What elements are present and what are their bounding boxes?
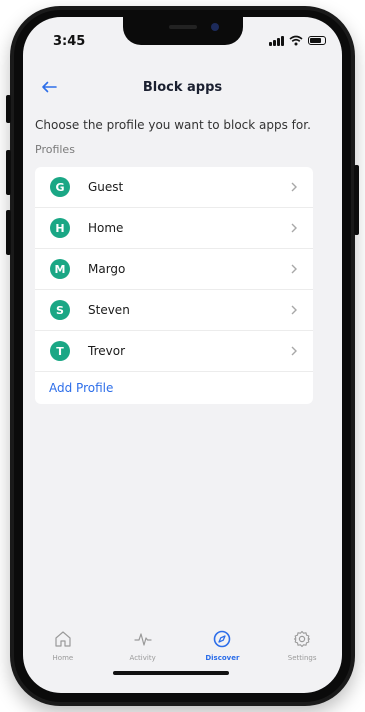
compass-icon [214, 630, 231, 648]
intro-text: Choose the profile you want to block app… [35, 118, 311, 132]
tab-label: Activity [129, 654, 156, 662]
tab-home[interactable]: Home [28, 622, 98, 682]
tab-label: Discover [205, 654, 240, 662]
page-title: Block apps [142, 79, 223, 95]
avatar: M [50, 259, 70, 279]
battery-icon [308, 36, 326, 45]
profile-row-home[interactable]: H Home [35, 208, 313, 249]
tab-label: Settings [287, 654, 317, 662]
chevron-right-icon [291, 223, 297, 233]
avatar: G [50, 177, 70, 197]
section-label-profiles: Profiles [35, 143, 75, 156]
profile-row-guest[interactable]: G Guest [35, 167, 313, 208]
avatar: S [50, 300, 70, 320]
chevron-right-icon [291, 264, 297, 274]
profile-name: Steven [88, 303, 130, 317]
mute-switch [6, 95, 11, 123]
add-profile-button[interactable]: Add Profile [35, 372, 313, 404]
screen: 3:45 Block apps Choose the profile you w… [23, 17, 342, 693]
status-time: 3:45 [53, 34, 86, 49]
avatar: H [50, 218, 70, 238]
gear-icon [294, 630, 311, 648]
volume-up-button [6, 150, 11, 195]
signal-icon [269, 35, 284, 46]
profile-row-margo[interactable]: M Margo [35, 249, 313, 290]
chevron-right-icon [291, 346, 297, 356]
power-button [354, 165, 359, 235]
tab-label: Home [52, 654, 74, 662]
wifi-icon [289, 35, 303, 46]
avatar: T [50, 341, 70, 361]
speaker [169, 25, 197, 29]
profile-name: Trevor [88, 344, 125, 358]
front-camera [211, 23, 219, 31]
tab-settings[interactable]: Settings [267, 622, 337, 682]
chevron-right-icon [291, 182, 297, 192]
profile-name: Margo [88, 262, 126, 276]
profile-row-steven[interactable]: S Steven [35, 290, 313, 331]
arrow-left-icon [42, 81, 57, 93]
profile-name: Home [88, 221, 124, 235]
back-button[interactable] [35, 75, 63, 99]
home-indicator [113, 671, 229, 675]
profile-list: G Guest H Home M Margo S Steven T Trevor… [35, 167, 313, 404]
profile-row-trevor[interactable]: T Trevor [35, 331, 313, 372]
activity-icon [134, 633, 152, 646]
header: Block apps [23, 75, 342, 99]
notch [123, 17, 243, 45]
chevron-right-icon [291, 305, 297, 315]
volume-down-button [6, 210, 11, 255]
home-icon [55, 631, 71, 647]
profile-name: Guest [88, 180, 124, 194]
status-icons [269, 35, 326, 46]
